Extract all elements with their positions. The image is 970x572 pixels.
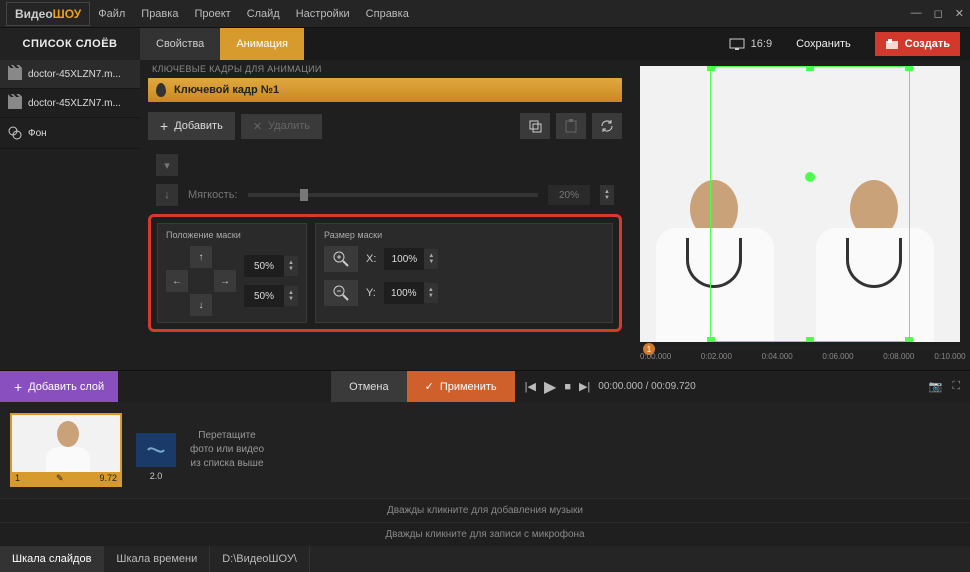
status-bar: Шкала слайдов Шкала времени D:\ВидеоШОУ\ xyxy=(0,546,970,572)
y-label: Y: xyxy=(366,287,376,299)
preview-canvas[interactable] xyxy=(640,66,960,342)
background-icon xyxy=(8,126,22,140)
transition-thumbnail[interactable] xyxy=(136,433,176,467)
menubar: ВидеоШОУ Файл Правка Проект Слайд Настро… xyxy=(0,0,970,28)
top-row: СПИСОК СЛОЁВ Свойства Анимация 16:9 Сохр… xyxy=(0,28,970,60)
size-y-spinner[interactable]: ▲▼ xyxy=(424,283,438,303)
scale-slides-button[interactable]: Шкала слайдов xyxy=(0,546,104,572)
dpad-up[interactable]: ↑ xyxy=(190,246,212,268)
pos-x-spinner[interactable]: ▲▼ xyxy=(284,256,298,276)
menu-project[interactable]: Проект xyxy=(186,8,238,20)
menu-help[interactable]: Справка xyxy=(358,8,417,20)
collapse-icon[interactable]: ▾ xyxy=(156,154,178,176)
play-button[interactable]: ▶ xyxy=(544,377,556,397)
zoom-in-button[interactable] xyxy=(324,246,358,272)
close-icon[interactable]: ✕ xyxy=(955,7,964,20)
add-keyframe-button[interactable]: +Добавить xyxy=(148,112,235,140)
timeline-ruler[interactable]: 1 0:00.000 0:02.000 0:04.000 0:06.000 0:… xyxy=(640,346,960,370)
aspect-ratio[interactable]: 16:9 xyxy=(729,38,772,50)
layer-item[interactable]: doctor-45XLZN7.m... xyxy=(0,89,140,118)
position-dpad: ↑ ← → ↓ xyxy=(166,246,236,316)
selection-overlay[interactable] xyxy=(710,66,910,342)
maximize-icon[interactable]: ◻ xyxy=(934,7,943,20)
drop-hint: Перетащитефото или видеоиз списка выше xyxy=(190,429,264,471)
animation-panel: КЛЮЧЕВЫЕ КАДРЫ ДЛЯ АНИМАЦИИ Ключевой кад… xyxy=(140,60,630,370)
layer-item[interactable]: doctor-45XLZN7.m... xyxy=(0,60,140,89)
mask-pos-x[interactable]: 50% xyxy=(244,255,284,277)
mask-size-x[interactable]: 100% xyxy=(384,248,424,270)
add-layer-button[interactable]: +Добавить слой xyxy=(0,371,118,402)
layers-header: СПИСОК СЛОЁВ xyxy=(0,28,140,60)
dpad-right[interactable]: → xyxy=(214,270,236,292)
timecode: 00:00.000 / 00:09.720 xyxy=(598,381,695,392)
size-x-spinner[interactable]: ▲▼ xyxy=(424,249,438,269)
export-icon xyxy=(885,38,899,50)
zoom-out-button[interactable] xyxy=(324,280,358,306)
mask-controls-highlight: Положение маски ↑ ←→ ↓ 50%▲▼ 50%▲▼ Разме… xyxy=(148,214,622,332)
delete-keyframe-button[interactable]: ✕Удалить xyxy=(241,114,322,139)
keyframes-title: КЛЮЧЕВЫЕ КАДРЫ ДЛЯ АНИМАЦИИ xyxy=(148,60,622,78)
pos-y-spinner[interactable]: ▲▼ xyxy=(284,286,298,306)
cancel-button[interactable]: Отмена xyxy=(331,371,406,402)
mask-position-panel: Положение маски ↑ ← → ↓ 50%▲▼ 50%▲▼ xyxy=(157,223,307,323)
snapshot-icon[interactable]: 📷 xyxy=(929,380,943,393)
slide-tray: 1✎9.72 Перетащитефото или видеоиз списка… xyxy=(0,402,970,498)
anchor-point[interactable] xyxy=(805,172,815,182)
project-path: D:\ВидеоШОУ\ xyxy=(210,546,310,572)
slide-thumbnail[interactable]: 1✎9.72 xyxy=(10,413,122,487)
keyframe-item[interactable]: Ключевой кадр №1 xyxy=(148,78,622,102)
mic-track[interactable]: Дважды кликните для записи с микрофона xyxy=(0,522,970,546)
mask-position-label: Положение маски xyxy=(166,230,298,240)
next-button[interactable]: ▶| xyxy=(579,380,590,393)
scale-time-button[interactable]: Шкала времени xyxy=(104,546,210,572)
clip-icon xyxy=(8,97,22,109)
mask-size-y[interactable]: 100% xyxy=(384,282,424,304)
dpad-down[interactable]: ↓ xyxy=(190,294,212,316)
menu-slide[interactable]: Слайд xyxy=(239,8,288,20)
prev-button[interactable]: |◀ xyxy=(525,380,536,393)
monitor-icon xyxy=(729,38,745,50)
music-track[interactable]: Дважды кликните для добавления музыки xyxy=(0,498,970,522)
tab-properties[interactable]: Свойства xyxy=(140,28,220,60)
menu-settings[interactable]: Настройки xyxy=(288,8,358,20)
action-bar: +Добавить слой Отмена ✓Применить |◀ ▶ ■ … xyxy=(0,370,970,402)
mask-pos-y[interactable]: 50% xyxy=(244,285,284,307)
audio-tracks: Дважды кликните для добавления музыки Дв… xyxy=(0,498,970,546)
layer-item-background[interactable]: Фон xyxy=(0,118,140,149)
menu-edit[interactable]: Правка xyxy=(133,8,186,20)
softness-row: ▾ xyxy=(148,150,622,180)
mask-size-panel: Размер маски X: 100%▲▼ Y: 100%▲▼ xyxy=(315,223,613,323)
create-button[interactable]: Создать xyxy=(875,32,960,56)
fullscreen-icon[interactable]: ⛶ xyxy=(952,380,960,393)
mask-size-label: Размер маски xyxy=(324,230,604,240)
preview-panel: 1 0:00.000 0:02.000 0:04.000 0:06.000 0:… xyxy=(630,60,970,370)
softness-spinner[interactable]: ▲▼ xyxy=(600,185,614,205)
app-logo: ВидеоШОУ xyxy=(6,2,90,26)
save-button[interactable]: Сохранить xyxy=(786,38,861,50)
softness-value: 20% xyxy=(548,185,590,205)
clip-icon xyxy=(8,68,22,80)
apply-button[interactable]: ✓Применить xyxy=(407,371,515,402)
copy-button[interactable] xyxy=(520,113,550,139)
minimize-icon[interactable]: — xyxy=(911,7,922,20)
layers-panel: doctor-45XLZN7.m... doctor-45XLZN7.m... … xyxy=(0,60,140,370)
softness-label: Мягкость: xyxy=(188,189,238,201)
stop-button[interactable]: ■ xyxy=(564,381,571,393)
pin-icon xyxy=(156,83,166,97)
dpad-left[interactable]: ← xyxy=(166,270,188,292)
paste-button[interactable] xyxy=(556,113,586,139)
x-label: X: xyxy=(366,253,376,265)
move-down-icon[interactable]: ↓ xyxy=(156,184,178,206)
refresh-button[interactable] xyxy=(592,113,622,139)
softness-slider[interactable] xyxy=(248,193,538,197)
tab-animation[interactable]: Анимация xyxy=(220,28,304,60)
menu-file[interactable]: Файл xyxy=(90,8,133,20)
